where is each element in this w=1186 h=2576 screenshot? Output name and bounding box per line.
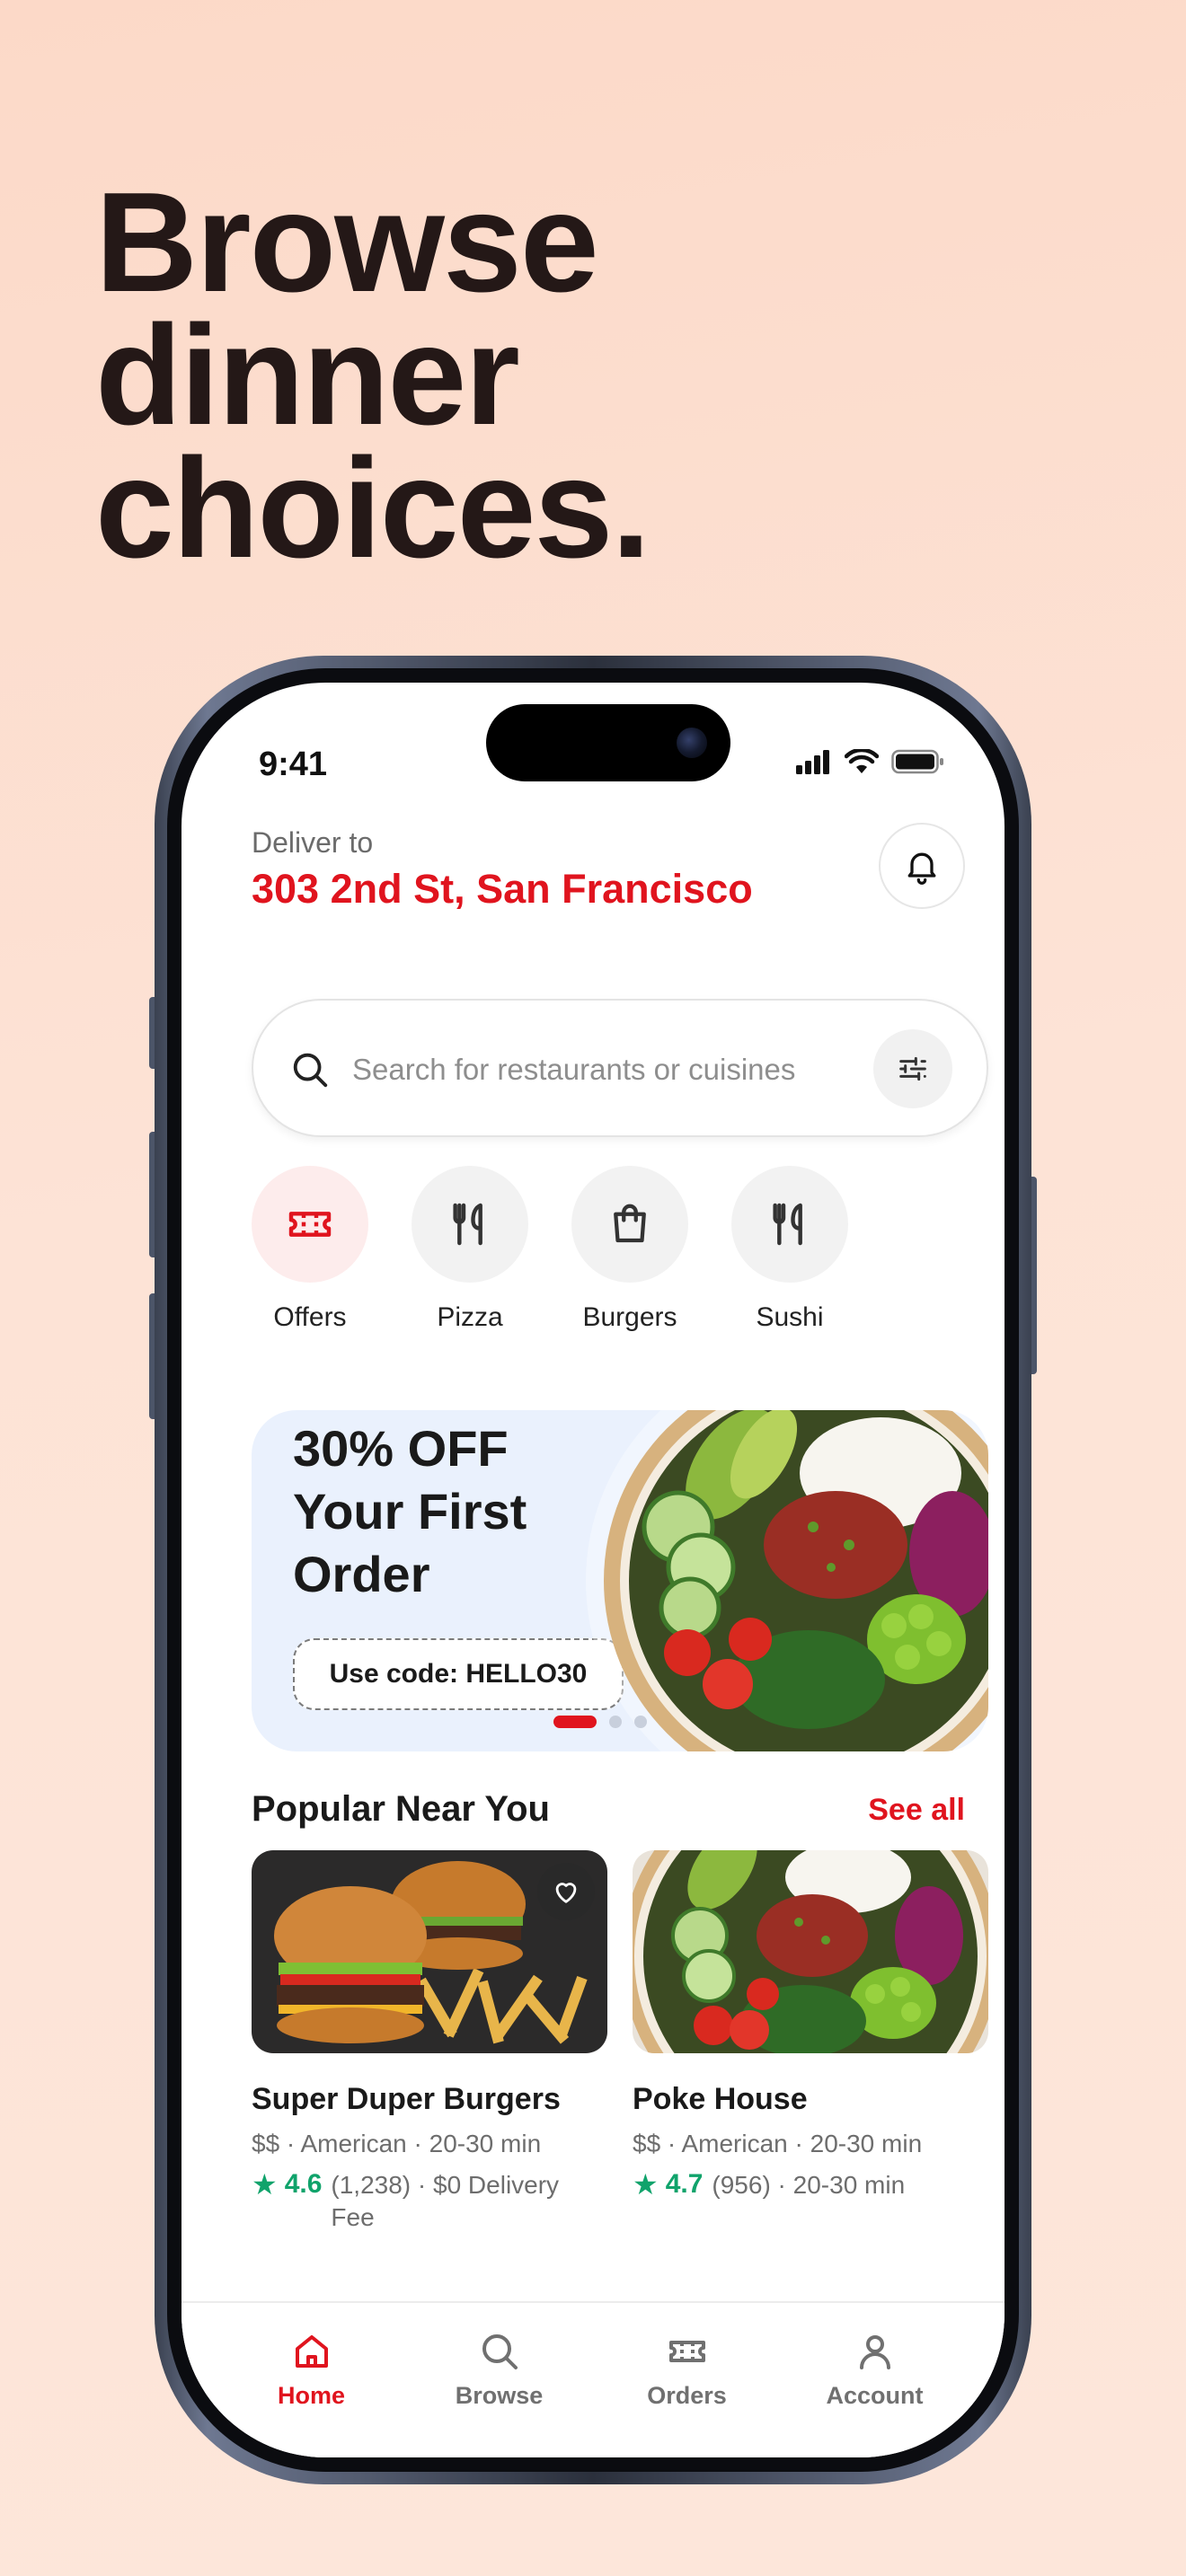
see-all-link[interactable]: See all	[868, 1793, 965, 1828]
tab-label: Orders	[647, 2382, 727, 2409]
category-burgers-circle[interactable]	[571, 1166, 688, 1283]
headline-line-3: choices.	[95, 429, 651, 587]
heart-icon	[555, 1883, 577, 1903]
search-input[interactable]	[352, 1037, 855, 1103]
category-pizza-circle[interactable]	[412, 1166, 528, 1283]
rating-score: 4.6	[284, 2169, 323, 2199]
filter-button[interactable]	[873, 1029, 952, 1108]
promo-banner[interactable]: 30% OFF Your First Order Use code: HELLO…	[252, 1410, 988, 1751]
promo-title: 30% OFF Your First Order	[293, 1420, 527, 1602]
category-sushi-circle[interactable]	[731, 1166, 848, 1283]
battery-icon	[891, 749, 943, 774]
delivery-address[interactable]: 303 2nd St, San Francisco	[252, 866, 753, 913]
search-icon	[293, 1053, 328, 1088]
rating-details: (956) · 20-30 min	[712, 2171, 906, 2199]
tab-orders[interactable]: Orders	[611, 2303, 764, 2457]
promo-code-chip[interactable]: Use code: HELLO30	[293, 1638, 624, 1710]
star-icon: ★	[252, 2168, 278, 2201]
search-bar[interactable]	[252, 999, 988, 1137]
wifi-icon	[845, 749, 879, 773]
bottom-tab-bar: Home Browse Orders Account	[181, 2301, 1005, 2457]
sliders-icon	[899, 1056, 926, 1081]
cellular-signal-icon	[796, 750, 829, 774]
category-label: Burgers	[582, 1302, 677, 1332]
user-icon	[859, 2335, 890, 2369]
section-title: Popular Near You	[252, 1789, 550, 1829]
tab-label: Account	[826, 2382, 924, 2409]
restaurant-name: Super Duper Burgers	[252, 2082, 561, 2116]
carousel-dots[interactable]	[553, 1716, 647, 1728]
rating-details: (1,238) · $0 Delivery Fee	[331, 2171, 560, 2231]
category-label: Offers	[273, 1302, 347, 1332]
phone-bezel: 9:41 Deliver to 303 2nd St, San Francisc…	[167, 668, 1019, 2472]
restaurant-meta: $$ · American · 20-30 min	[252, 2130, 542, 2157]
ticket-icon	[668, 2341, 705, 2362]
ticket-icon	[288, 1212, 332, 1237]
bell-icon	[907, 852, 936, 885]
restaurant-name: Poke House	[633, 2082, 808, 2116]
restaurant-image	[252, 1850, 607, 2053]
star-icon: ★	[633, 2168, 659, 2201]
marketing-headline: Browse dinner choices.	[95, 163, 651, 587]
carousel-dot[interactable]	[609, 1716, 622, 1728]
category-pizza[interactable]: Pizza	[412, 1166, 528, 1333]
poke-bowl-photo	[633, 1850, 988, 2053]
category-offers-circle[interactable]	[252, 1166, 368, 1283]
camera-icon	[677, 728, 707, 758]
carousel-dot[interactable]	[553, 1716, 597, 1728]
favorite-button[interactable]	[537, 1863, 595, 1920]
tab-account[interactable]: Account	[799, 2303, 951, 2457]
home-icon	[295, 2335, 328, 2368]
category-offers[interactable]: Offers	[252, 1166, 368, 1333]
tab-browse[interactable]: Browse	[423, 2303, 576, 2457]
status-icons	[796, 749, 945, 774]
restaurant-card[interactable]: Poke House $$ · American · 20-30 min ★ 4…	[633, 1850, 988, 2201]
dynamic-island	[486, 704, 730, 781]
category-sushi[interactable]: Sushi	[731, 1166, 848, 1333]
headline-line-2: dinner	[95, 296, 520, 454]
rating-row: ★ 4.6 (1,238) · $0 Delivery Fee	[252, 2169, 607, 2234]
deliver-to-label: Deliver to	[252, 826, 374, 859]
category-label: Sushi	[756, 1302, 824, 1332]
utensils-icon	[453, 1203, 482, 1246]
carousel-dot[interactable]	[634, 1716, 647, 1728]
restaurant-meta: $$ · American · 20-30 min	[633, 2130, 923, 2157]
utensils-icon	[773, 1203, 802, 1246]
poke-bowl-image	[586, 1410, 988, 1751]
notifications-button[interactable]	[879, 823, 965, 909]
rating-row: ★ 4.7 (956) · 20-30 min	[633, 2169, 988, 2201]
tab-label: Browse	[455, 2382, 544, 2409]
shopping-bag-icon	[614, 1204, 646, 1243]
app-screen: 9:41 Deliver to 303 2nd St, San Francisc…	[181, 683, 1005, 2457]
category-row: Offers Pizza Burgers Sushi	[252, 1166, 848, 1333]
search-icon	[482, 2334, 518, 2369]
phone-frame: 9:41 Deliver to 303 2nd St, San Francisc…	[155, 656, 1031, 2484]
status-time: 9:41	[259, 745, 328, 783]
tab-label: Home	[277, 2382, 345, 2409]
category-label: Pizza	[437, 1302, 503, 1332]
category-burgers[interactable]: Burgers	[571, 1166, 688, 1333]
headline-line-1: Browse	[95, 163, 599, 322]
rating-score: 4.7	[665, 2169, 704, 2199]
restaurant-card[interactable]: Super Duper Burgers $$ · American · 20-3…	[252, 1850, 607, 2234]
restaurant-image	[633, 1850, 988, 2053]
tab-home[interactable]: Home	[235, 2303, 388, 2457]
